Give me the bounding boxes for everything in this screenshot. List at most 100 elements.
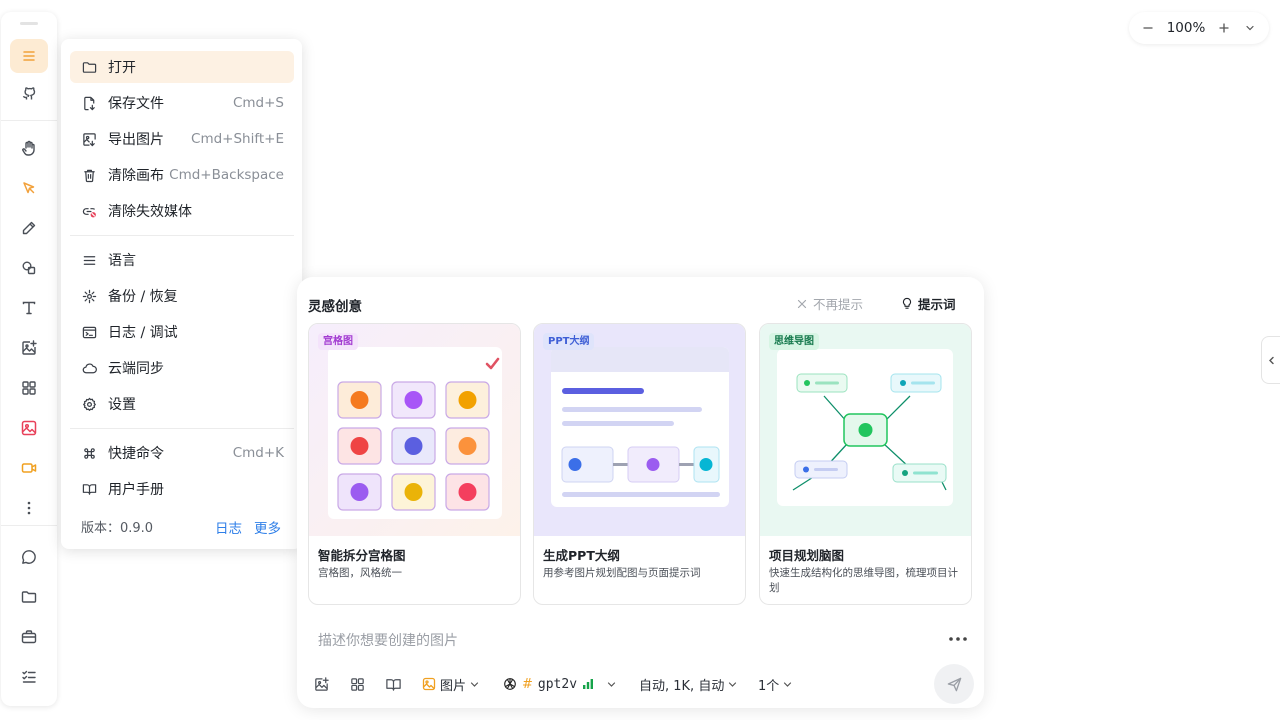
toolbar-drag-handle[interactable] bbox=[20, 22, 38, 25]
zoom-menu-button[interactable] bbox=[1237, 12, 1263, 44]
menu-item-user-manual[interactable]: 用户手册 bbox=[70, 473, 294, 505]
card-tag: 宫格图 bbox=[318, 333, 358, 350]
inspiration-panel: 灵感创意 不再提示 提示词 宫格图 智能拆分宫格图 宫格图，风格统一 PPT大纲… bbox=[297, 277, 984, 708]
menu-button[interactable] bbox=[10, 39, 48, 73]
shapes-icon bbox=[22, 261, 36, 275]
menu-item-label: 清除画布 bbox=[108, 168, 164, 184]
lightbulb-icon bbox=[902, 297, 912, 309]
card-title: 智能拆分宫格图 bbox=[318, 548, 406, 563]
model-label: gpt2v bbox=[537, 676, 578, 692]
chevron-down-icon bbox=[784, 681, 792, 687]
hand-tool-button[interactable] bbox=[10, 131, 48, 165]
terminal-icon bbox=[81, 324, 97, 340]
github-icon bbox=[22, 87, 36, 100]
signal-bars-icon bbox=[583, 679, 594, 689]
video-generate-button[interactable] bbox=[10, 451, 48, 485]
main-menu: 打开 保存文件 Cmd+S 导出图片 Cmd+Shift+E 清除画布 Cmd+… bbox=[61, 39, 302, 549]
grid-tool-button[interactable] bbox=[10, 371, 48, 405]
menu-item-log-debug[interactable]: 日志 / 调试 bbox=[70, 316, 294, 348]
menu-item-label: 备份 / 恢复 bbox=[108, 289, 178, 305]
chevron-down-icon bbox=[470, 681, 479, 687]
prompts-button[interactable]: 提示词 bbox=[901, 294, 956, 313]
image-icon bbox=[21, 420, 37, 436]
image-plus-icon bbox=[315, 676, 329, 691]
card-description: 快速生成结构化的思维导图，梳理项目计划 bbox=[769, 567, 958, 594]
open-book-icon bbox=[81, 481, 97, 497]
side-panel-toggle[interactable] bbox=[1261, 336, 1280, 384]
toolbox-button[interactable] bbox=[10, 620, 48, 654]
ppt-preview-image bbox=[534, 324, 745, 536]
template-card-mindmap[interactable]: 思维导图 项目规划脑图 快速生成结构化的思维导图，梳理项目计划 bbox=[759, 323, 972, 605]
close-icon bbox=[797, 299, 807, 308]
image-insert-button[interactable] bbox=[10, 331, 48, 365]
image-icon bbox=[422, 677, 436, 691]
image-count-select[interactable]: 1个 bbox=[758, 673, 792, 695]
chevron-down-icon bbox=[1246, 25, 1254, 31]
pencil-icon bbox=[22, 221, 36, 235]
send-button[interactable] bbox=[934, 664, 974, 704]
checklist-icon bbox=[22, 670, 36, 683]
changelog-link[interactable]: 日志 bbox=[215, 517, 242, 537]
text-icon bbox=[22, 301, 36, 315]
generation-settings-select[interactable]: 自动, 1K, 自动 bbox=[639, 673, 737, 695]
gear-icon bbox=[81, 396, 97, 412]
chevron-down-icon bbox=[607, 681, 616, 687]
card-title: 项目规划脑图 bbox=[769, 548, 845, 563]
prompt-library-button[interactable] bbox=[385, 673, 402, 695]
template-grid-button[interactable] bbox=[349, 673, 366, 695]
more-horizontal-icon[interactable] bbox=[947, 635, 969, 643]
card-description: 宫格图，风格统一 bbox=[318, 567, 402, 579]
menu-item-clear-invalid-media[interactable]: 清除失效媒体 bbox=[70, 195, 294, 227]
menu-item-label: 保存文件 bbox=[108, 96, 164, 112]
media-type-label: 图片 bbox=[440, 678, 467, 694]
zoom-level[interactable]: 100% bbox=[1161, 20, 1211, 36]
menu-item-shortcut: Cmd+Backspace bbox=[169, 167, 284, 183]
menu-item-export-image[interactable]: 导出图片 Cmd+Shift+E bbox=[70, 123, 294, 155]
grid-icon bbox=[22, 381, 36, 395]
text-tool-button[interactable] bbox=[10, 291, 48, 325]
menu-item-label: 快捷命令 bbox=[108, 446, 164, 462]
more-link[interactable]: 更多 bbox=[254, 517, 281, 537]
grid-icon bbox=[351, 677, 364, 691]
task-list-button[interactable] bbox=[10, 660, 48, 694]
template-card-grid[interactable]: 宫格图 智能拆分宫格图 宫格图，风格统一 bbox=[308, 323, 521, 605]
card-title: 生成PPT大纲 bbox=[543, 548, 620, 563]
chat-button[interactable] bbox=[10, 540, 48, 574]
menu-item-backup-restore[interactable]: 备份 / 恢复 bbox=[70, 280, 294, 312]
image-generate-button[interactable] bbox=[10, 411, 48, 445]
dismiss-button[interactable]: 不再提示 bbox=[797, 294, 863, 313]
pen-tool-button[interactable] bbox=[10, 211, 48, 245]
media-type-select[interactable]: 图片 bbox=[422, 673, 479, 695]
menu-item-language[interactable]: 语言 bbox=[70, 244, 294, 276]
zoom-control: 100% bbox=[1129, 12, 1269, 44]
minus-icon bbox=[1143, 27, 1153, 29]
template-card-ppt[interactable]: PPT大纲 生成PPT大纲 用参考图片规划配图与页面提示词 bbox=[533, 323, 746, 605]
mindmap-preview-image bbox=[760, 324, 971, 536]
panel-title: 灵感创意 bbox=[308, 299, 362, 315]
left-toolbar bbox=[1, 12, 57, 706]
image-plus-icon bbox=[22, 340, 37, 355]
shapes-tool-button[interactable] bbox=[10, 251, 48, 285]
zoom-out-button[interactable] bbox=[1135, 12, 1161, 44]
prompt-input[interactable]: 描述你想要创建的图片 bbox=[318, 630, 458, 650]
model-select[interactable]: # gpt2v bbox=[503, 673, 616, 695]
menu-item-label: 语言 bbox=[108, 253, 136, 269]
github-button[interactable] bbox=[10, 76, 48, 110]
menu-item-open[interactable]: 打开 bbox=[70, 51, 294, 83]
send-icon bbox=[947, 677, 961, 691]
openai-logo-icon bbox=[504, 678, 516, 690]
menu-item-quick-command[interactable]: 快捷命令 Cmd+K bbox=[70, 437, 294, 469]
zoom-in-button[interactable] bbox=[1211, 12, 1237, 44]
add-image-button[interactable] bbox=[313, 673, 330, 695]
trash-icon bbox=[81, 167, 97, 183]
assets-folder-button[interactable] bbox=[10, 580, 48, 614]
menu-item-label: 设置 bbox=[108, 397, 136, 413]
menu-item-cloud-sync[interactable]: 云端同步 bbox=[70, 352, 294, 384]
select-tool-button[interactable] bbox=[10, 171, 48, 205]
menu-item-settings[interactable]: 设置 bbox=[70, 388, 294, 420]
menu-item-label: 云端同步 bbox=[108, 361, 164, 377]
menu-item-clear-canvas[interactable]: 清除画布 Cmd+Backspace bbox=[70, 159, 294, 191]
menu-item-label: 用户手册 bbox=[108, 482, 164, 498]
more-tools-button[interactable] bbox=[10, 491, 48, 525]
menu-item-save-file[interactable]: 保存文件 Cmd+S bbox=[70, 87, 294, 119]
